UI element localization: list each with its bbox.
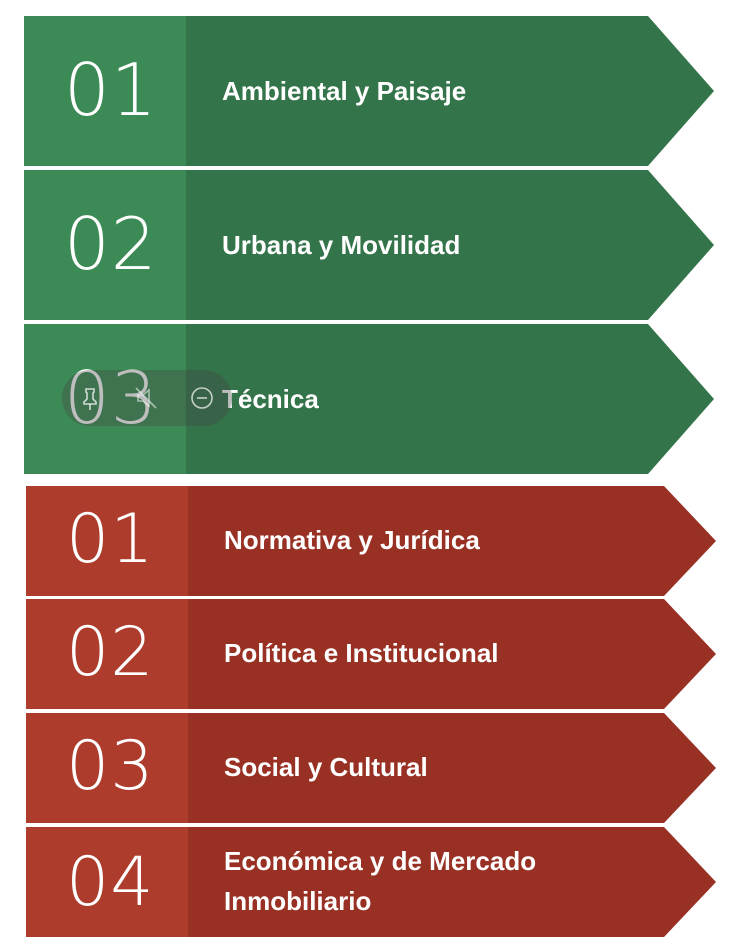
- red-arrow-4-number: 04: [66, 843, 155, 922]
- mute-icon[interactable]: [132, 384, 160, 412]
- red-arrow-3: 03 Social y Cultural: [0, 713, 738, 823]
- green-arrow-2-number: 02: [64, 202, 158, 286]
- red-arrow-4: 04 Económica y de Mercado Inmobiliario: [0, 827, 738, 937]
- red-arrow-3-label: Social y Cultural: [224, 752, 428, 782]
- red-arrow-3-number: 03: [66, 727, 155, 806]
- pin-icon[interactable]: [76, 384, 104, 412]
- red-arrow-1-label: Normativa y Jurídica: [224, 525, 480, 555]
- green-arrow-1-label: Ambiental y Paisaje: [222, 76, 467, 106]
- red-arrow-2-label: Política e Institucional: [224, 638, 499, 668]
- green-arrow-1: 01 Ambiental y Paisaje: [0, 16, 738, 166]
- red-arrow-2: 02 Política e Institucional: [0, 599, 738, 709]
- minus-circle-icon[interactable]: [188, 384, 216, 412]
- green-arrow-2-label: Urbana y Movilidad: [222, 230, 461, 260]
- green-arrow-2: 02 Urbana y Movilidad: [0, 170, 738, 320]
- red-arrow-1: 01 Normativa y Jurídica: [0, 486, 738, 596]
- red-arrow-1-number: 01: [66, 500, 155, 579]
- green-arrow-3-label: Técnica: [222, 384, 319, 414]
- red-arrow-2-number: 02: [66, 613, 155, 692]
- floating-toolbar: [62, 370, 232, 426]
- green-arrow-1-number: 01: [64, 48, 158, 132]
- red-arrow-4-label: Económica y de Mercado Inmobiliario: [224, 846, 537, 916]
